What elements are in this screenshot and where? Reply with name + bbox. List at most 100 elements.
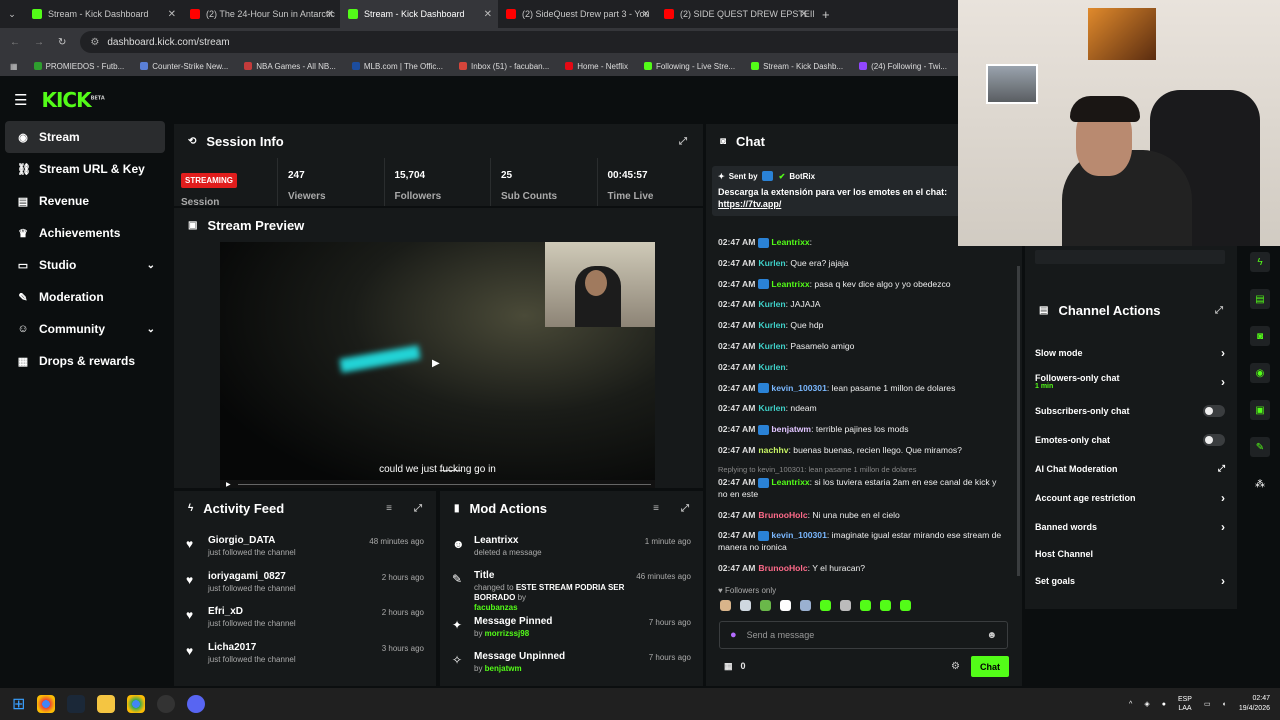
chat-bubble-icon[interactable]: ◙ xyxy=(1250,326,1270,346)
layout-icon[interactable]: ▣ xyxy=(1250,400,1270,420)
chat-message[interactable]: 02:47 AM nachhv: buenas buenas, recien ll… xyxy=(706,444,1016,456)
url-field[interactable]: ⚙ dashboard.kick.com/stream xyxy=(80,31,981,53)
chat-settings-icon[interactable]: ⚙ xyxy=(951,661,960,672)
bookmark-item[interactable]: MLB.com | The Offic... xyxy=(351,62,443,71)
sidebar-item-revenue[interactable]: ▤ Revenue xyxy=(5,185,165,217)
document-icon[interactable]: ▤ xyxy=(1250,289,1270,309)
close-tab-icon[interactable]: ✕ xyxy=(484,9,492,20)
bookmark-item[interactable]: Following - Live Stre... xyxy=(643,62,735,71)
site-info-icon[interactable]: ⚙ xyxy=(90,37,99,48)
channel-action-emotes-only-chat[interactable]: Emotes-only chat xyxy=(1025,425,1237,454)
emote-icon[interactable] xyxy=(760,600,771,611)
back-icon[interactable]: ← xyxy=(10,37,20,48)
sidebar-item-studio[interactable]: ▭ Studio ⌄ xyxy=(5,249,165,281)
bookmark-item[interactable]: Counter-Strike New... xyxy=(140,62,228,71)
bookmark-item[interactable]: Inbox (51) - facuban... xyxy=(459,62,549,71)
chevron-right-icon[interactable]: › xyxy=(1221,574,1225,588)
chevron-down-icon[interactable]: ⌄ xyxy=(147,324,155,335)
chrome2-taskbar-icon[interactable] xyxy=(127,695,146,713)
windows-start-icon[interactable]: ⊞ xyxy=(12,694,25,714)
activity-item[interactable]: ♥ Efri_xD just followed the channel 2 hours… xyxy=(174,606,436,642)
chat-username[interactable]: Leantrixx xyxy=(771,237,809,247)
chrome-taskbar-icon[interactable] xyxy=(37,695,56,713)
chat-message[interactable]: 02:47 AM Leantrixx: si los tuviera estari… xyxy=(706,476,1016,500)
toggle-switch[interactable] xyxy=(1203,404,1225,417)
expand-icon[interactable]: ⤢ xyxy=(679,136,687,147)
chevron-right-icon[interactable]: › xyxy=(1221,520,1225,534)
browser-tab[interactable]: Stream - Kick Dashboard ✕ xyxy=(340,0,498,28)
chat-message[interactable]: 02:47 AM Kurlen: Pasamelo amigo xyxy=(706,340,1016,352)
emoji-icon[interactable]: ☻ xyxy=(986,630,997,641)
new-tab-button[interactable]: + xyxy=(822,7,830,22)
chat-username[interactable]: nachhv xyxy=(758,445,788,455)
chevron-right-icon[interactable]: › xyxy=(1221,346,1225,360)
emote-icon[interactable] xyxy=(900,600,911,611)
chat-username[interactable]: Leantrixx xyxy=(771,477,809,487)
chat-message[interactable]: 02:47 AM BrunooHolc: Ni una nube en el ci… xyxy=(706,509,1016,521)
mic-tray-icon[interactable]: ● xyxy=(1162,701,1166,708)
channel-action-account-age-restriction[interactable]: Account age restriction › xyxy=(1025,483,1237,512)
bookmark-item[interactable]: (24) Following - Twi... xyxy=(859,62,947,71)
channel-action-followers-only-chat[interactable]: Followers-only chat 1 min › xyxy=(1025,367,1237,396)
explorer-taskbar-icon[interactable] xyxy=(97,695,116,713)
broadcast-icon[interactable]: ◉ xyxy=(1250,363,1270,383)
chat-username[interactable]: kevin_100301 xyxy=(771,383,826,393)
browser-tab[interactable]: (2) SideQuest Drew part 3 - You ✕ xyxy=(498,0,656,28)
browser-tab[interactable]: (2) The 24-Hour Sun in Antarctic ✕ xyxy=(182,0,340,28)
chevron-right-icon[interactable]: › xyxy=(1221,375,1225,389)
chat-scrollbar[interactable] xyxy=(1017,266,1020,576)
chat-message[interactable]: 02:47 AM kevin_100301: lean pasame 1 mill… xyxy=(706,382,1016,394)
apps-icon[interactable]: ⁂ xyxy=(1250,474,1270,494)
mod-action-item[interactable]: ✎ Title changed to ESTE STREAM PODRIA SER … xyxy=(440,570,703,616)
chat-username[interactable]: Kurlen xyxy=(758,299,785,309)
chat-username[interactable]: Kurlen xyxy=(758,362,785,372)
sidebar-item-community[interactable]: ☺ Community ⌄ xyxy=(5,313,165,345)
chat-username[interactable]: BrunooHolc xyxy=(758,563,807,573)
chat-message[interactable]: 02:47 AM Kurlen: Que hdp xyxy=(706,319,1016,331)
forward-icon[interactable]: → xyxy=(34,37,44,48)
clock[interactable]: 02:47 19/4/2026 xyxy=(1239,694,1270,714)
moderator-name[interactable]: benjatwm xyxy=(485,664,522,673)
emote-icon[interactable] xyxy=(860,600,871,611)
bookmark-item[interactable]: PROMIEDOS - Futb... xyxy=(33,62,124,71)
tab-search-icon[interactable]: ⌄ xyxy=(0,9,24,20)
chat-message[interactable]: 02:47 AM kevin_100301: imaginate igual es… xyxy=(706,529,1016,553)
channel-action-subscribers-only-chat[interactable]: Subscribers-only chat xyxy=(1025,396,1237,425)
external-link-icon[interactable]: ⤢ xyxy=(1218,463,1225,474)
channel-action-banned-words[interactable]: Banned words › xyxy=(1025,512,1237,541)
obs-taskbar-icon[interactable] xyxy=(157,695,176,713)
language-indicator[interactable]: ESP LAA xyxy=(1178,695,1192,713)
activity-item[interactable]: ♥ ioriyagami_0827 just followed the channe… xyxy=(174,571,436,607)
send-chat-button[interactable]: Chat xyxy=(971,656,1009,677)
expand-icon[interactable]: ⤢ xyxy=(1215,305,1223,316)
channel-action-slow-mode[interactable]: Slow mode › xyxy=(1025,338,1237,367)
wrench-icon[interactable]: ✎ xyxy=(1250,437,1270,457)
emote-icon[interactable] xyxy=(720,600,731,611)
emote-icon[interactable] xyxy=(800,600,811,611)
chat-message[interactable]: 02:47 AM Kurlen: Que era? jajaja xyxy=(706,257,1016,269)
toggle-switch[interactable] xyxy=(1203,433,1225,446)
emote-icon[interactable] xyxy=(780,600,791,611)
emote-icon[interactable] xyxy=(880,600,891,611)
close-tab-icon[interactable]: ✕ xyxy=(642,9,650,20)
chat-username[interactable]: Kurlen xyxy=(758,403,785,413)
hamburger-menu-icon[interactable]: ☰ xyxy=(14,91,27,109)
chat-message[interactable]: 02:47 AM BrunooHolc: Y el huracan? xyxy=(706,562,1016,574)
chat-username[interactable]: benjatwm xyxy=(771,424,811,434)
chat-message[interactable]: 02:47 AM Kurlen: xyxy=(706,361,1016,373)
filter-icon[interactable]: ≡ xyxy=(653,503,659,514)
sidebar-item-achievements[interactable]: ♛ Achievements xyxy=(5,217,165,249)
steam-taskbar-icon[interactable] xyxy=(67,695,86,713)
sidebar-item-stream-url-key[interactable]: ⛓ Stream URL & Key xyxy=(5,153,165,185)
video-player[interactable]: ▶ could we just f̶u̶c̶k̶ing go in ▶ xyxy=(220,242,655,488)
play-icon[interactable]: ▶ xyxy=(432,358,440,369)
browser-tab[interactable]: (2) SIDE QUEST DREW EPSTEIN ✕ xyxy=(656,0,814,28)
close-tab-icon[interactable]: ✕ xyxy=(800,9,808,20)
bookmark-item[interactable]: Home - Netflix xyxy=(565,62,628,71)
chevron-down-icon[interactable]: ⌄ xyxy=(147,260,155,271)
chat-message[interactable]: 02:47 AM Kurlen: JAJAJA xyxy=(706,298,1016,310)
chat-username[interactable]: BrunooHolc xyxy=(758,510,807,520)
channel-action-host-channel[interactable]: Host Channel xyxy=(1025,541,1237,566)
chat-message[interactable]: 02:47 AM Kurlen: ndeam xyxy=(706,402,1016,414)
sidebar-item-moderation[interactable]: ✎ Moderation xyxy=(5,281,165,313)
